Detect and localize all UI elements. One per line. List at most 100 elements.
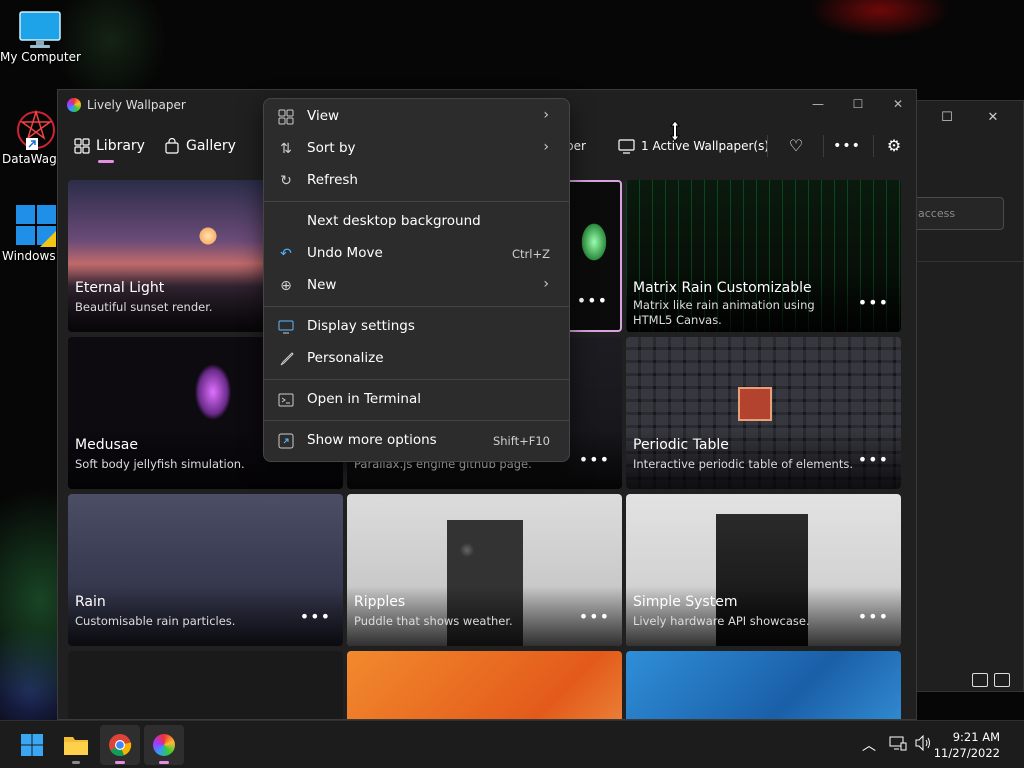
menu-item-label: Personalize (307, 350, 384, 366)
active-wallpapers-label: 1 Active Wallpaper(s) (641, 139, 770, 153)
close-icon[interactable]: ✕ (978, 107, 1008, 129)
background-window-field[interactable]: access (916, 197, 1004, 230)
tile-view-icon[interactable] (994, 673, 1010, 687)
wallpaper-card-rain[interactable]: Rain Customisable rain particles. ••• (68, 494, 343, 646)
menu-item-view[interactable]: View › (268, 102, 565, 132)
list-view-icon[interactable] (972, 673, 988, 687)
maximize-icon[interactable]: ☐ (838, 90, 878, 118)
background-window[interactable]: ☐ ✕ access (915, 100, 1024, 692)
volume-icon[interactable] (914, 734, 932, 755)
more-options-icon[interactable]: ••• (858, 293, 889, 312)
menu-item-shortcut: Ctrl+Z (512, 247, 550, 261)
desktop-icon-my-computer[interactable]: My Computer (0, 10, 81, 64)
running-indicator (159, 761, 169, 764)
card-description: Lively hardware API showcase. (633, 614, 810, 628)
menu-separator (264, 379, 569, 380)
more-options-icon[interactable]: ••• (832, 133, 862, 159)
wallpaper-card-ripples[interactable]: Ripples Puddle that shows weather. ••• (347, 494, 622, 646)
tab-gallery[interactable]: Gallery (164, 126, 236, 166)
wallpaper-card-dark[interactable] (68, 651, 343, 719)
desktop-icon-windows11[interactable]: Windows11 (2, 203, 60, 263)
close-icon[interactable]: ✕ (878, 90, 916, 118)
folder-icon (64, 737, 88, 755)
plus-circle-icon: ⊕ (280, 278, 292, 294)
chevron-right-icon: › (543, 276, 549, 292)
wallpaper-card-simple-system[interactable]: Simple System Lively hardware API showca… (626, 494, 901, 646)
wallpaper-card-periodic-table[interactable]: Periodic Table Interactive periodic tabl… (626, 337, 901, 489)
display-settings-icon (278, 319, 294, 335)
divider (767, 135, 768, 157)
desktop-icon-datawagon[interactable]: DataWagon (2, 108, 60, 166)
network-icon[interactable] (889, 735, 907, 755)
taskbar: ︿ 9:21 AM 11/27/2022 (0, 720, 1024, 768)
more-options-icon[interactable]: ••• (858, 450, 889, 469)
menu-item-label: View (307, 108, 340, 124)
running-indicator (72, 761, 80, 764)
clock-time: 9:21 AM (952, 730, 1000, 744)
tab-library-label: Library (96, 138, 145, 154)
grid-icon (278, 109, 294, 125)
menu-item-label: Sort by (307, 140, 356, 156)
system-clock[interactable]: 9:21 AM 11/27/2022 (934, 729, 1000, 761)
chevron-right-icon: › (543, 139, 549, 155)
card-description: Interactive periodic table of elements. (633, 457, 853, 471)
lively-logo-icon (153, 734, 175, 756)
context-menu: View › ⇅ Sort by › ↻ Refresh Next deskto… (263, 98, 570, 462)
menu-item-new[interactable]: ⊕ New › (268, 271, 565, 301)
maximize-icon[interactable]: ☐ (932, 107, 962, 129)
menu-item-display-settings[interactable]: Display settings (268, 312, 565, 342)
card-description: Customisable rain particles. (75, 614, 236, 628)
more-options-icon[interactable]: ••• (577, 291, 608, 310)
menu-item-refresh[interactable]: ↻ Refresh (268, 166, 565, 196)
windows-logo-icon (21, 734, 43, 756)
menu-item-label: Open in Terminal (307, 391, 421, 407)
card-title: Eternal Light (75, 280, 165, 296)
minimize-icon[interactable]: — (798, 90, 838, 118)
element-tile (738, 387, 772, 421)
menu-separator (264, 306, 569, 307)
clock-date: 11/27/2022 (933, 746, 1000, 760)
chevron-up-icon[interactable]: ︿ (862, 735, 876, 755)
more-options-icon[interactable]: ••• (300, 607, 331, 626)
grid-icon (74, 138, 90, 154)
file-explorer-button[interactable] (56, 725, 96, 765)
menu-item-next-background[interactable]: Next desktop background (268, 207, 565, 237)
menu-item-show-more-options[interactable]: Show more options Shift+F10 (268, 426, 565, 456)
menu-item-open-terminal[interactable]: Open in Terminal (268, 385, 565, 415)
menu-item-undo-move[interactable]: ↶ Undo Move Ctrl+Z (268, 239, 565, 269)
menu-item-label: Undo Move (307, 245, 383, 261)
expand-icon (278, 433, 294, 449)
wallpaper-card-blue[interactable] (626, 651, 901, 719)
menu-item-personalize[interactable]: Personalize (268, 344, 565, 374)
card-description: Matrix like rain animation using HTML5 C… (633, 298, 815, 327)
tab-indicator (98, 160, 114, 163)
resize-cursor-icon (669, 120, 681, 142)
more-options-icon[interactable]: ••• (579, 450, 610, 469)
menu-item-label: Refresh (307, 172, 358, 188)
lively-wallpaper-button[interactable] (144, 725, 184, 765)
wallpaper-card-matrix-rain[interactable]: Matrix Rain Customizable Matrix like rai… (626, 180, 901, 332)
refresh-icon: ↻ (280, 173, 292, 189)
monitor-icon (19, 11, 61, 48)
menu-item-sort-by[interactable]: ⇅ Sort by › (268, 134, 565, 164)
card-title: Periodic Table (633, 437, 729, 453)
desktop-icon-label: My Computer (0, 50, 81, 64)
terminal-icon (278, 392, 294, 408)
lively-logo-icon (67, 98, 81, 112)
more-options-icon[interactable]: ••• (579, 607, 610, 626)
card-description: Beautiful sunset render. (75, 300, 213, 314)
heart-icon[interactable]: ♡ (781, 133, 811, 159)
card-title: Matrix Rain Customizable (633, 280, 812, 296)
card-title: Simple System (633, 594, 738, 610)
more-options-icon[interactable]: ••• (858, 607, 889, 626)
gear-icon[interactable]: ⚙ (879, 133, 909, 159)
chrome-button[interactable] (100, 725, 140, 765)
windows-logo-icon (16, 205, 56, 247)
active-wallpapers-button[interactable]: 1 Active Wallpaper(s) (618, 126, 769, 166)
divider (873, 135, 874, 157)
wallpaper-card-orange[interactable] (347, 651, 622, 719)
undo-icon: ↶ (280, 246, 292, 262)
running-indicator (115, 761, 125, 764)
card-title: Rain (75, 594, 106, 610)
start-button[interactable] (12, 725, 52, 765)
